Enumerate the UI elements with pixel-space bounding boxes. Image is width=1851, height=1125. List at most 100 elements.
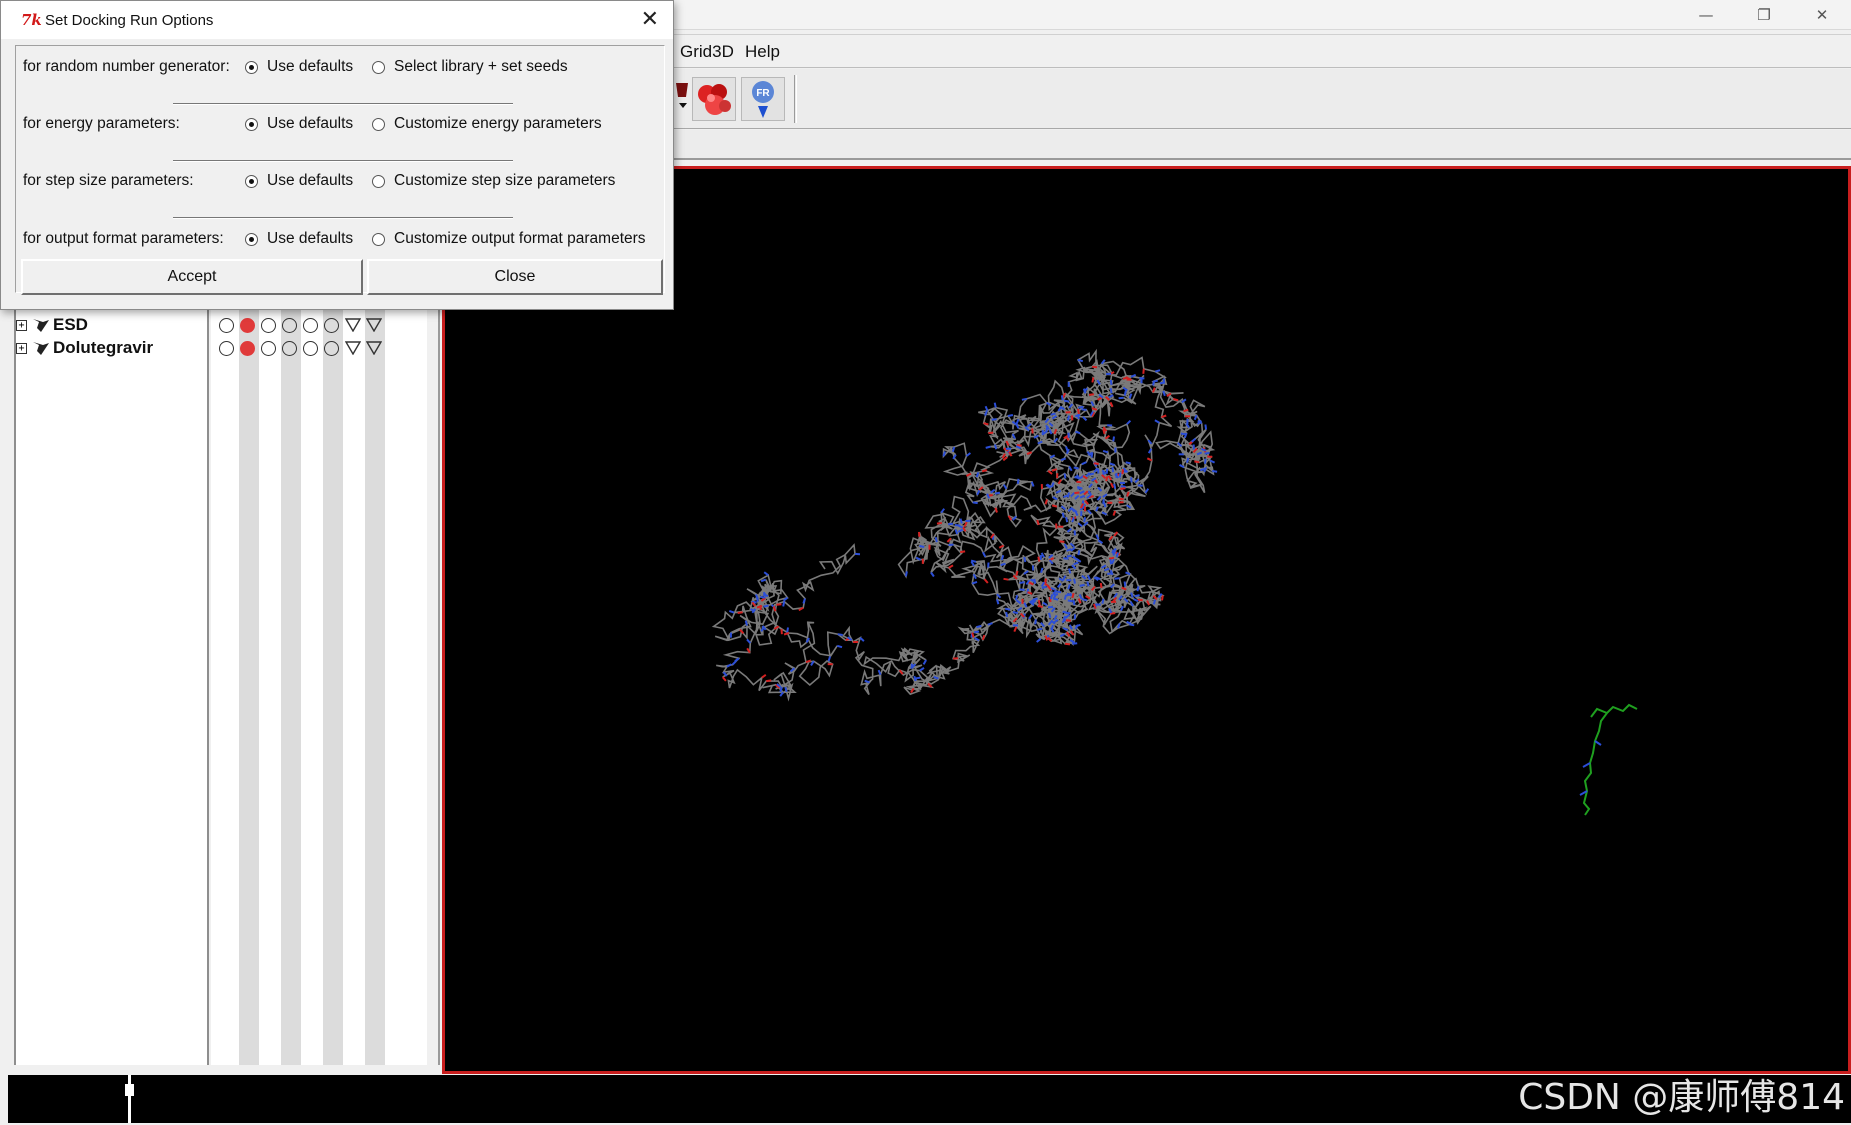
radio-dot[interactable] xyxy=(372,232,385,246)
svg-text:FR: FR xyxy=(756,88,770,99)
heteroatom-bond xyxy=(1105,475,1109,482)
heteroatom-bond xyxy=(974,630,980,634)
heteroatom-bond xyxy=(1109,388,1113,394)
heteroatom-bond xyxy=(985,445,991,449)
tree-row-esd[interactable]: + ESD xyxy=(16,314,88,336)
heteroatom-bond xyxy=(994,444,998,450)
radio-custom[interactable]: Customize output format parameters xyxy=(372,230,646,248)
radio-dot[interactable] xyxy=(372,117,385,131)
visibility-circle-off[interactable] xyxy=(324,317,339,333)
visibility-circle-on[interactable] xyxy=(240,317,255,333)
heteroatom-bond xyxy=(1063,473,1067,479)
heteroatom-bond xyxy=(760,595,766,599)
slider-handle[interactable] xyxy=(125,1084,134,1096)
molecule-icon xyxy=(33,319,49,332)
heteroatom-bond xyxy=(1077,408,1080,415)
window-close-button[interactable]: ✕ xyxy=(1793,0,1851,30)
visibility-triangle-icon[interactable] xyxy=(366,318,382,332)
heteroatom-bond xyxy=(1136,586,1140,592)
visibility-circle-off[interactable] xyxy=(261,317,276,333)
expand-icon[interactable]: + xyxy=(16,342,27,354)
heteroatom-bond xyxy=(859,637,865,642)
radio-use-defaults[interactable]: Use defaults xyxy=(245,172,353,190)
molecule-name[interactable]: Dolutegravir xyxy=(53,338,153,358)
heteroatom-bond xyxy=(951,446,956,453)
visibility-circle-on[interactable] xyxy=(240,340,255,356)
heteroatom-bond xyxy=(1071,592,1075,599)
close-button[interactable]: Close xyxy=(367,259,663,295)
radio-use-defaults[interactable]: Use defaults xyxy=(245,230,353,248)
molecule-name[interactable]: ESD xyxy=(53,315,88,335)
menu-help[interactable]: Help xyxy=(745,42,780,62)
heteroatom-bond xyxy=(1103,502,1107,508)
menu-grid3d[interactable]: Grid3D xyxy=(680,42,734,62)
heteroatom-bond xyxy=(1161,595,1164,601)
visibility-circle-off[interactable] xyxy=(219,340,234,356)
visibility-triangle-icon[interactable] xyxy=(345,318,361,332)
slider-track xyxy=(128,1075,131,1123)
heteroatom-bond xyxy=(1016,444,1022,447)
radio-dot[interactable] xyxy=(372,60,385,74)
visibility-circle-off[interactable] xyxy=(303,317,318,333)
visibility-circle-off[interactable] xyxy=(282,340,297,356)
heteroatom-bond xyxy=(1050,412,1056,416)
visibility-circle-off[interactable] xyxy=(303,340,318,356)
radio-use-defaults[interactable]: Use defaults xyxy=(245,115,353,133)
radio-use-defaults[interactable]: Use defaults xyxy=(245,58,353,76)
visibility-circle-off[interactable] xyxy=(324,340,339,356)
toolbar-separator xyxy=(794,75,797,123)
heteroatom-bond xyxy=(1123,390,1127,396)
heteroatom-bond xyxy=(746,638,752,644)
heteroatom-bond xyxy=(1060,457,1067,462)
heteroatom-bond xyxy=(1011,433,1016,439)
heteroatom-bond xyxy=(1004,607,1011,611)
heteroatom-bond xyxy=(1102,428,1106,435)
options-frame xyxy=(15,45,665,293)
visibility-row-dolutegravir xyxy=(219,337,387,359)
heteroatom-bond xyxy=(1014,595,1019,601)
radio-dot[interactable] xyxy=(245,174,258,188)
visibility-triangle-icon[interactable] xyxy=(345,341,361,355)
heteroatom-bond xyxy=(1000,554,1005,561)
visibility-triangle-icon[interactable] xyxy=(366,341,382,355)
heteroatom-bond xyxy=(1036,519,1040,526)
close-icon[interactable]: ✕ xyxy=(641,7,659,32)
minimize-button[interactable]: — xyxy=(1677,0,1735,30)
radio-dot[interactable] xyxy=(245,117,258,131)
radio-custom[interactable]: Customize energy parameters xyxy=(372,115,602,133)
flag-pin-icon[interactable]: FR xyxy=(741,77,785,121)
heteroatom-bond xyxy=(763,604,769,608)
dropdown-icon[interactable] xyxy=(674,77,692,121)
molecule-icon xyxy=(33,342,49,355)
visibility-circle-off[interactable] xyxy=(282,317,297,333)
heteroatom-bond xyxy=(1173,398,1179,402)
visibility-circle-off[interactable] xyxy=(261,340,276,356)
heteroatom-bond xyxy=(1032,597,1038,601)
heteroatom-bond xyxy=(1081,598,1088,602)
radio-custom[interactable]: Customize step size parameters xyxy=(372,172,615,190)
restore-button[interactable]: ❐ xyxy=(1735,0,1793,30)
radio-custom[interactable]: Select library + set seeds xyxy=(372,58,568,76)
heteroatom-bond xyxy=(1003,577,1009,581)
heteroatom-bond xyxy=(1134,594,1140,598)
heteroatom-bond xyxy=(1120,485,1126,488)
heteroatom-bond xyxy=(1083,517,1086,523)
heteroatom-bond xyxy=(1204,424,1208,430)
heteroatom-bond xyxy=(1039,554,1043,561)
radio-dot[interactable] xyxy=(245,232,258,246)
heteroatom-bond xyxy=(1109,379,1113,386)
heteroatom-bond xyxy=(1107,572,1113,575)
heteroatom-bond xyxy=(744,620,748,626)
radio-dot[interactable] xyxy=(245,60,258,74)
expand-icon[interactable]: + xyxy=(16,319,27,331)
heteroatom-bond xyxy=(1152,599,1157,605)
tree-row-dolutegravir[interactable]: + Dolutegravir xyxy=(16,337,153,359)
visibility-circle-off[interactable] xyxy=(219,317,234,333)
radio-dot[interactable] xyxy=(372,174,385,188)
heteroatom-bond xyxy=(1002,484,1008,490)
molecule-surface-icon[interactable] xyxy=(692,77,736,121)
heteroatom-bond xyxy=(1065,619,1071,622)
heteroatom-bond xyxy=(1118,396,1124,400)
heteroatom-bond xyxy=(1067,599,1073,603)
accept-button[interactable]: Accept xyxy=(21,259,363,295)
